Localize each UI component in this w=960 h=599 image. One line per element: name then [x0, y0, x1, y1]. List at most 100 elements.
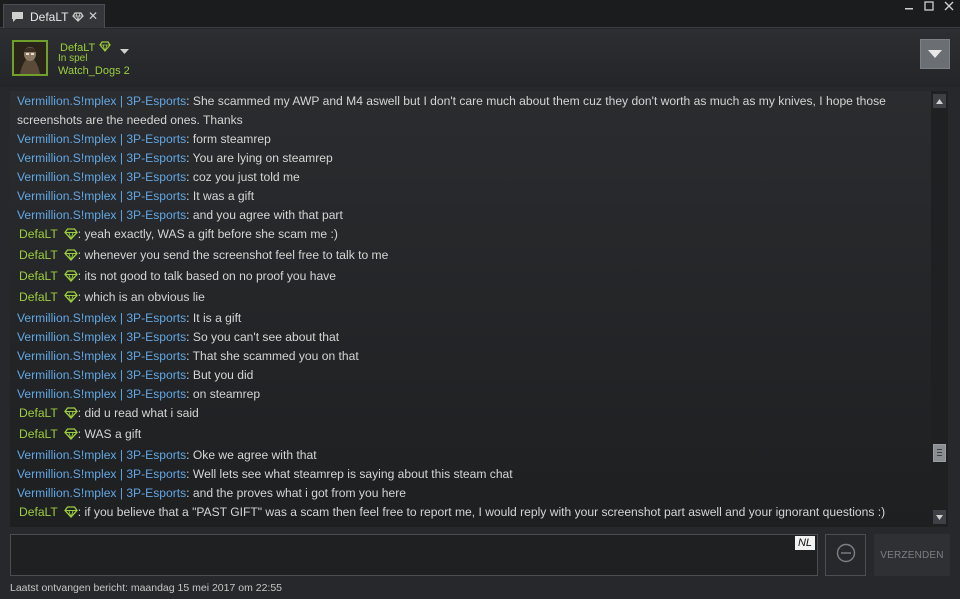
chat-message: Vermillion.S!mplex | 3P-Esports: and the…	[17, 484, 931, 503]
chat-bubble-icon	[10, 10, 24, 24]
message-sender[interactable]: Vermillion.S!mplex | 3P-Esports	[17, 311, 186, 325]
message-sender[interactable]: DefaLT	[19, 269, 58, 283]
diamond-icon	[63, 406, 78, 425]
message-sender[interactable]: Vermillion.S!mplex | 3P-Esports	[17, 486, 186, 500]
send-button[interactable]: VERZENDEN	[874, 534, 950, 576]
message-separator: :	[186, 94, 193, 108]
message-separator: :	[186, 387, 193, 401]
scroll-up-button[interactable]	[933, 94, 946, 108]
chat-options-button[interactable]	[920, 39, 950, 69]
message-sender[interactable]: Vermillion.S!mplex | 3P-Esports	[17, 132, 186, 146]
chat-message: DefaLT: if you believe that a "PAST GIFT…	[17, 503, 931, 524]
chat-message: Vermillion.S!mplex | 3P-Esports: It is a…	[17, 309, 931, 328]
chat-message: Vermillion.S!mplex | 3P-Esports: She sca…	[17, 92, 931, 130]
message-text: coz you just told me	[192, 170, 300, 184]
chat-tab[interactable]: DefaLT ✕	[3, 4, 105, 28]
message-sender[interactable]: Vermillion.S!mplex | 3P-Esports	[17, 368, 186, 382]
friend-state: In spel	[58, 53, 88, 64]
chat-message: Vermillion.S!mplex | 3P-Esports: But you…	[17, 366, 931, 385]
message-separator: :	[186, 368, 193, 382]
maximize-button[interactable]	[922, 0, 936, 12]
message-text: on steamrep	[192, 387, 261, 401]
tab-title: DefaLT	[30, 9, 69, 24]
message-sender[interactable]: Vermillion.S!mplex | 3P-Esports	[17, 448, 186, 462]
message-text: Well lets see what steamrep is saying ab…	[192, 467, 513, 481]
message-separator: :	[77, 427, 85, 441]
message-sender[interactable]: DefaLT	[19, 248, 58, 262]
message-text: You are lying on steamrep	[192, 151, 333, 165]
message-sender[interactable]: DefaLT	[19, 406, 58, 420]
title-bar: DefaLT ✕	[0, 0, 960, 28]
friend-game: Watch_Dogs 2	[58, 65, 130, 77]
message-separator: :	[186, 311, 193, 325]
chevron-down-icon[interactable]	[120, 42, 129, 60]
message-text: and you agree with that part	[192, 208, 343, 222]
language-indicator: NL	[794, 536, 815, 550]
chat-history[interactable]: Vermillion.S!mplex | 3P-Esports: She sca…	[10, 91, 931, 527]
message-text: But you did	[192, 368, 254, 382]
message-separator: :	[77, 406, 85, 420]
message-text: So you can't see about that	[192, 330, 340, 344]
chat-message: DefaLT: which is an obvious lie	[17, 288, 931, 309]
chat-message: Vermillion.S!mplex | 3P-Esports: Oke we …	[17, 446, 931, 465]
message-text: did u read what i said	[84, 406, 199, 420]
message-text: whenever you send the screenshot feel fr…	[84, 248, 389, 262]
message-sender[interactable]: Vermillion.S!mplex | 3P-Esports	[17, 467, 186, 481]
avatar[interactable]	[12, 40, 48, 76]
message-sender[interactable]: Vermillion.S!mplex | 3P-Esports	[17, 151, 186, 165]
chevron-down-icon	[928, 45, 942, 63]
message-text: and the proves what i got from you here	[192, 486, 406, 500]
diamond-icon	[63, 269, 78, 288]
message-separator: :	[186, 448, 193, 462]
chat-message: DefaLT: yeah exactly, WAS a gift before …	[17, 225, 931, 246]
chat-input-box: NL	[10, 534, 818, 576]
message-sender[interactable]: Vermillion.S!mplex | 3P-Esports	[17, 189, 186, 203]
chat-input[interactable]	[11, 535, 817, 575]
chat-scrollbar[interactable]	[931, 91, 948, 527]
scroll-thumb[interactable]	[933, 444, 946, 462]
chat-message: Vermillion.S!mplex | 3P-Esports: coz you…	[17, 168, 931, 187]
message-sender[interactable]: Vermillion.S!mplex | 3P-Esports	[17, 170, 186, 184]
message-sender[interactable]: Vermillion.S!mplex | 3P-Esports	[17, 330, 186, 344]
emoticon-icon	[836, 543, 856, 568]
message-sender[interactable]: Vermillion.S!mplex | 3P-Esports	[17, 349, 186, 363]
diamond-icon	[63, 248, 78, 267]
message-text: That she scammed you on that	[192, 349, 359, 363]
message-separator: :	[77, 227, 85, 241]
message-sender[interactable]: Vermillion.S!mplex | 3P-Esports	[17, 208, 186, 222]
message-separator: :	[186, 189, 193, 203]
message-separator: :	[186, 132, 193, 146]
close-tab-button[interactable]: ✕	[88, 9, 98, 23]
diamond-icon	[99, 41, 112, 55]
message-sender[interactable]: Vermillion.S!mplex | 3P-Esports	[17, 387, 186, 401]
message-text: WAS a gift	[84, 427, 142, 441]
diamond-icon	[63, 505, 78, 524]
close-window-button[interactable]	[942, 0, 956, 12]
minimize-button[interactable]	[902, 0, 916, 12]
message-text: yeah exactly, WAS a gift before she scam…	[84, 227, 338, 241]
message-text: form steamrep	[192, 132, 271, 146]
message-text: which is an obvious lie	[84, 290, 205, 304]
emoticon-button[interactable]	[825, 534, 866, 576]
chat-message: Vermillion.S!mplex | 3P-Esports: That sh…	[17, 347, 931, 366]
chat-message: Vermillion.S!mplex | 3P-Esports: You are…	[17, 149, 931, 168]
message-sender[interactable]: DefaLT	[19, 505, 58, 519]
friend-header: DefaLT In spel Watch_Dogs 2	[0, 29, 960, 87]
chat-message: Vermillion.S!mplex | 3P-Esports: on stea…	[17, 385, 931, 404]
message-text: if you believe that a "PAST GIFT" was a …	[84, 505, 886, 519]
message-separator: :	[77, 290, 85, 304]
chat-message: Vermillion.S!mplex | 3P-Esports: and you…	[17, 206, 931, 225]
chat-message: Vermillion.S!mplex | 3P-Esports: Well le…	[17, 465, 931, 484]
message-sender[interactable]: DefaLT	[19, 427, 58, 441]
chat-message: Vermillion.S!mplex | 3P-Esports: It was …	[17, 187, 931, 206]
message-separator: :	[186, 330, 193, 344]
message-sender[interactable]: DefaLT	[19, 290, 58, 304]
chat-message: Vermillion.S!mplex | 3P-Esports: form st…	[17, 130, 931, 149]
window-controls	[902, 0, 956, 12]
scroll-down-button[interactable]	[933, 510, 946, 524]
diamond-icon	[72, 11, 85, 22]
message-sender[interactable]: DefaLT	[19, 227, 58, 241]
message-sender[interactable]: Vermillion.S!mplex | 3P-Esports	[17, 94, 186, 108]
chat-message: DefaLT: WAS a gift	[17, 425, 931, 446]
message-text: It is a gift	[192, 311, 242, 325]
